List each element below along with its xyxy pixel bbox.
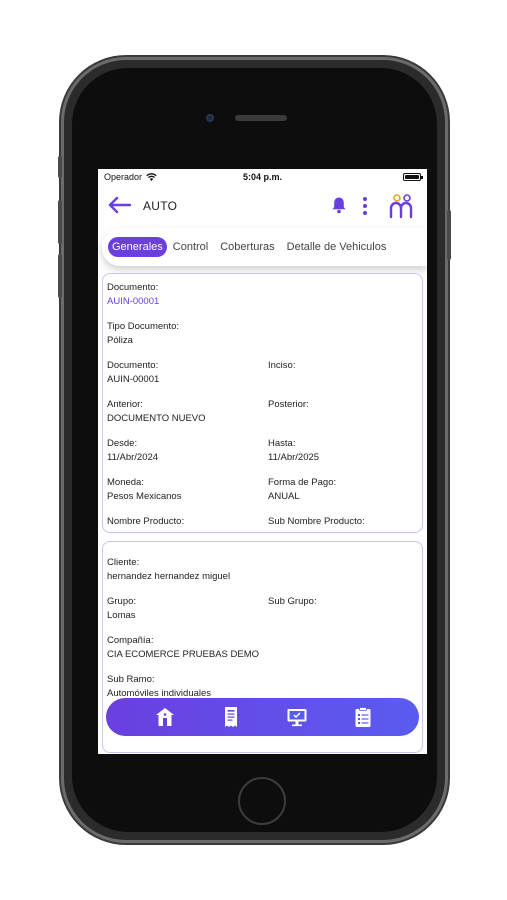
app-logo-icon — [389, 194, 413, 219]
phone-frame: Operador 5:04 p.m. AUTO Generales Contro… — [58, 60, 451, 840]
volume-up-button — [58, 200, 62, 244]
grupo-field: Grupo: Lomas — [107, 596, 136, 621]
field-label: Cliente: — [107, 557, 140, 568]
tab-generales[interactable]: Generales — [108, 237, 167, 257]
clipboard-icon[interactable] — [352, 706, 374, 728]
field-label: Grupo: — [107, 596, 137, 607]
front-camera — [206, 114, 214, 122]
field-label: Forma de Pago: — [268, 477, 337, 488]
cliente-field: Cliente: hernandez hernandez miguel — [107, 557, 230, 582]
app-screen: Operador 5:04 p.m. AUTO Generales Contro… — [98, 169, 427, 754]
earpiece-speaker — [235, 115, 287, 121]
desde-field: Desde: 11/Abr/2024 — [107, 438, 158, 463]
sub-nombre-producto-field: Sub Nombre Producto: — [268, 516, 365, 530]
field-value: ANUAL — [268, 491, 300, 502]
field-label: Moneda: — [107, 477, 144, 488]
sub-grupo-field: Sub Grupo: — [268, 596, 317, 610]
more-options-icon[interactable] — [360, 196, 370, 216]
inciso-field: Inciso: — [268, 360, 295, 374]
silent-switch — [58, 156, 62, 178]
home-icon[interactable] — [154, 706, 176, 728]
hasta-field: Hasta: 11/Abr/2025 — [268, 438, 319, 463]
field-label: Sub Nombre Producto: — [268, 516, 365, 527]
field-value: 11/Abr/2025 — [268, 452, 320, 463]
back-arrow-icon[interactable] — [106, 195, 132, 215]
field-value: AUIN-00001 — [107, 374, 160, 385]
power-button — [447, 210, 451, 260]
documento-field: Documento: AUIN-00001 — [107, 360, 159, 385]
nombre-producto-field: Nombre Producto: — [107, 516, 184, 530]
compania-field: Compañía: CIA ECOMERCE PRUEBAS DEMO — [107, 635, 259, 660]
field-value: Lomas — [107, 610, 136, 621]
field-label: Desde: — [107, 438, 138, 449]
field-label: Sub Grupo: — [268, 596, 317, 607]
posterior-field: Posterior: — [268, 399, 309, 413]
phone-bezel: Operador 5:04 p.m. AUTO Generales Contro… — [72, 68, 437, 832]
bell-icon[interactable] — [330, 196, 348, 214]
field-value: CIA ECOMERCE PRUEBAS DEMO — [107, 649, 260, 660]
home-button[interactable] — [238, 777, 286, 825]
monitor-icon[interactable] — [286, 706, 308, 728]
field-label: Posterior: — [268, 399, 309, 410]
field-label: Compañía: — [107, 635, 154, 646]
field-value: Pesos Mexicanos — [107, 491, 182, 502]
page-title: AUTO — [143, 199, 178, 213]
tab-bar: Generales Control Coberturas Detalle de … — [102, 228, 427, 266]
forma-pago-field: Forma de Pago: ANUAL — [268, 477, 336, 502]
sub-ramo-field: Sub Ramo: Automóviles individuales — [107, 674, 211, 699]
field-value: hernandez hernandez miguel — [107, 571, 231, 582]
moneda-field: Moneda: Pesos Mexicanos — [107, 477, 181, 502]
field-label: Documento: — [107, 282, 159, 293]
volume-down-button — [58, 254, 62, 298]
tab-detalle-vehiculos[interactable]: Detalle de Vehiculos — [281, 237, 393, 257]
field-label: Hasta: — [268, 438, 296, 449]
receipt-icon[interactable] — [220, 706, 242, 728]
field-label: Anterior: — [107, 399, 143, 410]
tipo-documento-field: Tipo Documento: Póliza — [107, 321, 179, 346]
documento-top-field: Documento: AUIN-00001 — [107, 282, 159, 307]
documento-link[interactable]: AUIN-00001 — [107, 296, 159, 307]
field-label: Inciso: — [268, 360, 296, 371]
field-label: Nombre Producto: — [107, 516, 185, 527]
status-bar: Operador 5:04 p.m. — [98, 169, 427, 185]
battery-icon — [403, 173, 423, 181]
field-value: Póliza — [107, 335, 133, 346]
tab-control[interactable]: Control — [167, 237, 214, 257]
field-label: Sub Ramo: — [107, 674, 155, 685]
field-value: DOCUMENTO NUEVO — [107, 413, 206, 424]
app-header: AUTO — [98, 187, 427, 225]
tab-coberturas[interactable]: Coberturas — [214, 237, 280, 257]
field-label: Tipo Documento: — [107, 321, 179, 332]
status-time: 5:04 p.m. — [242, 172, 282, 182]
anterior-field: Anterior: DOCUMENTO NUEVO — [107, 399, 206, 424]
document-card: Documento: AUIN-00001 Tipo Documento: Pó… — [102, 273, 423, 533]
bottom-navigation — [106, 698, 419, 736]
field-label: Documento: — [107, 360, 159, 371]
field-value: 11/Abr/2024 — [107, 452, 159, 463]
